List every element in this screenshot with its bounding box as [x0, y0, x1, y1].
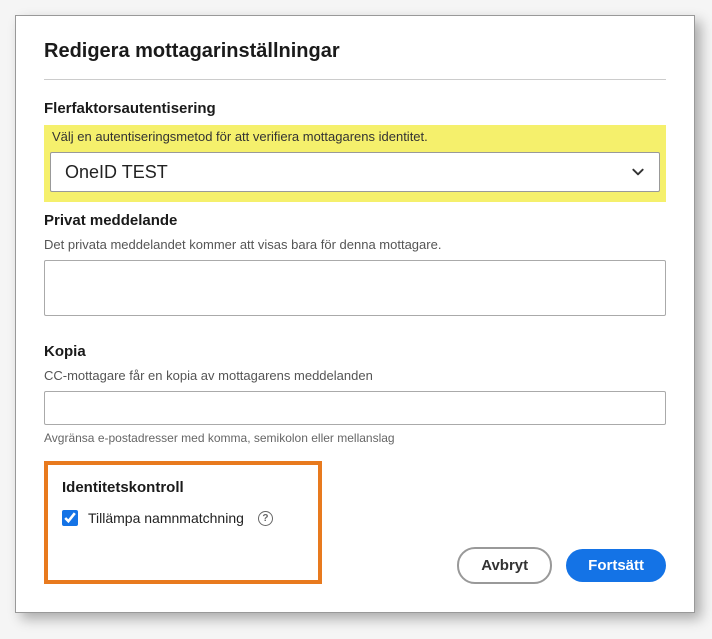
- private-message-label: Privat meddelande: [44, 212, 666, 229]
- divider: [44, 79, 666, 80]
- private-message-helper: Det privata meddelandet kommer att visas…: [44, 237, 666, 252]
- help-icon[interactable]: ?: [258, 511, 273, 526]
- identity-check-box: Identitetskontroll Tillämpa namnmatchnin…: [44, 461, 322, 584]
- mfa-helper-text: Välj en autentiseringsmetod för att veri…: [50, 129, 660, 144]
- auth-method-select[interactable]: OneID TEST: [50, 152, 660, 192]
- name-matching-checkbox[interactable]: [62, 510, 78, 526]
- name-matching-row: Tillämpa namnmatchning ?: [62, 510, 304, 526]
- dialog-button-row: Avbryt Fortsätt: [457, 547, 666, 584]
- edit-recipient-settings-dialog: Redigera mottagarinställningar Flerfakto…: [15, 15, 695, 613]
- private-message-input[interactable]: [44, 260, 666, 316]
- cancel-button[interactable]: Avbryt: [457, 547, 552, 584]
- auth-method-selected-value: OneID TEST: [65, 162, 631, 183]
- continue-button[interactable]: Fortsätt: [566, 549, 666, 582]
- dialog-title: Redigera mottagarinställningar: [44, 40, 666, 63]
- chevron-down-icon: [631, 165, 645, 179]
- identity-label: Identitetskontroll: [62, 479, 304, 496]
- copy-helper: CC-mottagare får en kopia av mottagarens…: [44, 368, 666, 383]
- copy-label: Kopia: [44, 343, 666, 360]
- cc-input[interactable]: [44, 391, 666, 425]
- mfa-highlight-block: Välj en autentiseringsmetod för att veri…: [44, 125, 666, 202]
- cc-hint: Avgränsa e-postadresser med komma, semik…: [44, 431, 666, 445]
- mfa-section-label: Flerfaktorsautentisering: [44, 100, 666, 117]
- name-matching-label: Tillämpa namnmatchning: [88, 510, 244, 526]
